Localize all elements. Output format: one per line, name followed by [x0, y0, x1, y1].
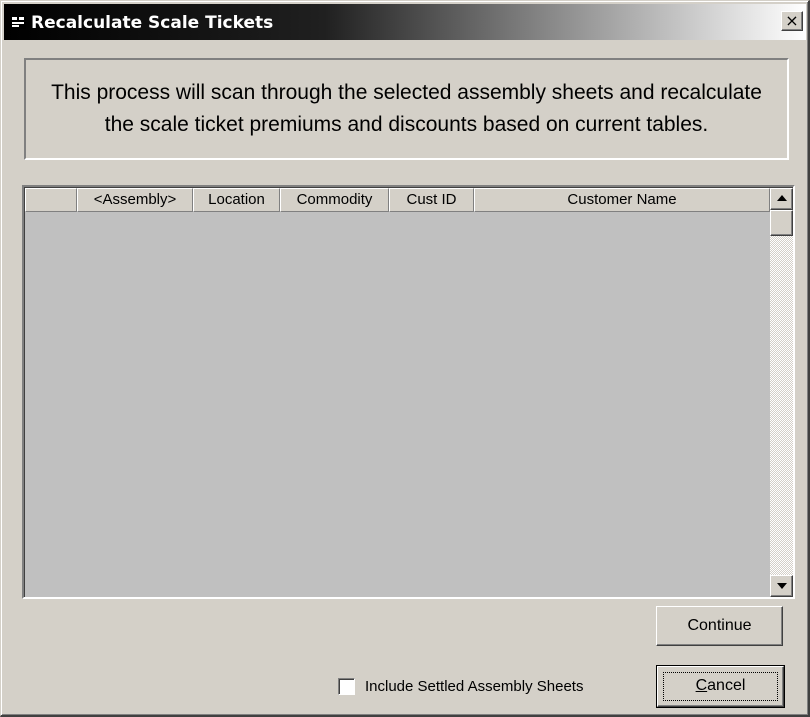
assembly-sheets-grid[interactable]: <Assembly> Location Commodity Cust ID Cu…	[22, 185, 795, 599]
recalculate-dialog: Recalculate Scale Tickets × This process…	[0, 0, 810, 717]
continue-button[interactable]: Continue	[656, 606, 783, 646]
scroll-up-button[interactable]	[770, 188, 793, 210]
cancel-accelerator: C	[695, 677, 708, 694]
app-window-icon	[10, 15, 26, 29]
scroll-thumb[interactable]	[770, 210, 793, 236]
arrow-up-icon	[777, 195, 787, 201]
arrow-down-icon	[777, 583, 787, 589]
column-header-location[interactable]: Location	[193, 188, 280, 212]
vertical-scrollbar[interactable]	[770, 188, 793, 597]
scroll-down-button[interactable]	[770, 575, 793, 597]
grid-body[interactable]: <Assembly> Location Commodity Cust ID Cu…	[24, 187, 793, 597]
include-settled-checkbox[interactable]	[338, 678, 355, 695]
title-bar[interactable]: Recalculate Scale Tickets ×	[4, 4, 806, 40]
column-header-assembly[interactable]: <Assembly>	[77, 188, 193, 212]
include-settled-label[interactable]: Include Settled Assembly Sheets	[365, 678, 583, 696]
close-button[interactable]: ×	[781, 11, 803, 31]
close-icon: ×	[785, 11, 799, 30]
column-header-commodity[interactable]: Commodity	[280, 188, 389, 212]
grid-header: <Assembly> Location Commodity Cust ID Cu…	[25, 188, 770, 212]
cancel-label-rest: ancel	[707, 677, 746, 694]
instruction-message: This process will scan through the selec…	[24, 58, 789, 160]
cancel-button[interactable]: Cancel	[656, 665, 785, 708]
instruction-text: This process will scan through the selec…	[51, 81, 762, 136]
column-header-cust-id[interactable]: Cust ID	[389, 188, 474, 212]
column-header-selector[interactable]	[25, 188, 77, 212]
column-header-customer-name[interactable]: Customer Name	[474, 188, 770, 212]
cancel-label: Cancel	[696, 677, 746, 694]
window-title: Recalculate Scale Tickets	[31, 13, 274, 33]
